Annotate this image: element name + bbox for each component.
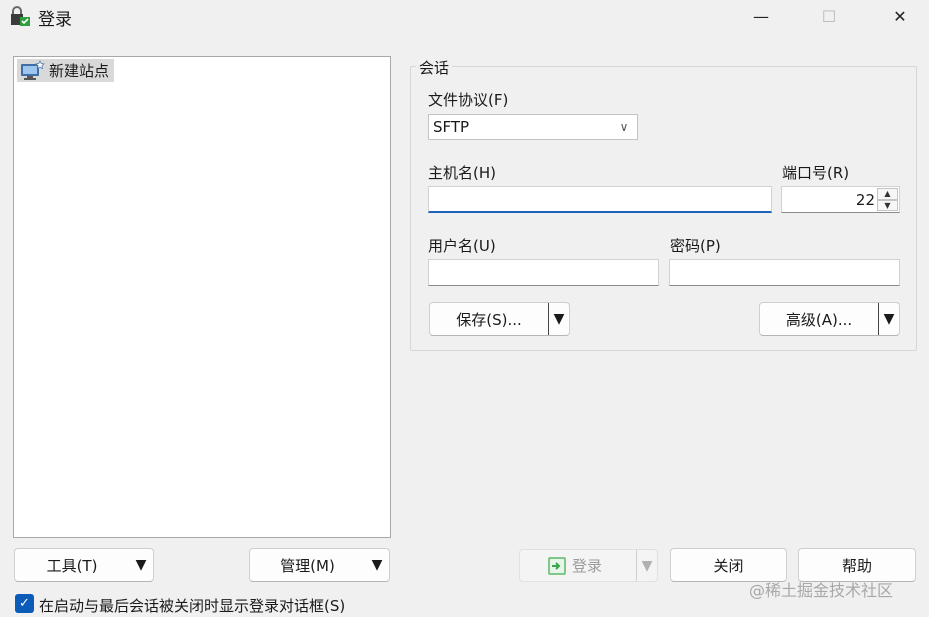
advanced-button-label: 高级(A)... xyxy=(785,310,853,329)
manage-dropdown-icon: ▼ xyxy=(371,557,383,573)
port-value: 22 xyxy=(855,190,875,209)
show-login-checkbox-label[interactable]: 在启动与最后会话被关闭时显示登录对话框(S) xyxy=(39,595,345,616)
minimize-button[interactable]: — xyxy=(738,0,784,32)
maximize-button[interactable]: ☐ xyxy=(806,0,852,32)
session-group-label: 会话 xyxy=(416,57,453,78)
host-input[interactable] xyxy=(428,186,772,213)
tree-item-label: 新建站点 xyxy=(49,62,110,80)
app-lock-icon xyxy=(11,6,30,26)
window-title: 登录 xyxy=(38,10,72,30)
watermark: @稀土掘金技术社区 xyxy=(749,581,894,600)
login-dropdown-icon[interactable]: ▼ xyxy=(636,550,657,581)
save-button[interactable]: 保存(S)... ▼ xyxy=(429,302,570,336)
protocol-label: 文件协议(F) xyxy=(428,91,509,109)
title-bar xyxy=(0,0,929,34)
protocol-select[interactable]: SFTP ∨ xyxy=(428,114,638,140)
tools-button[interactable]: 工具(T) ▼ xyxy=(14,548,154,582)
password-input[interactable] xyxy=(669,259,900,286)
login-icon xyxy=(548,556,566,575)
login-button[interactable]: 登录 ▼ xyxy=(519,549,658,582)
check-icon: ✓ xyxy=(19,596,30,611)
stepper-down-icon[interactable]: ▼ xyxy=(877,199,898,211)
help-button-label: 帮助 xyxy=(841,556,872,575)
manage-button-label: 管理(M) xyxy=(280,556,335,575)
login-button-label: 登录 xyxy=(572,557,603,575)
save-button-label: 保存(S)... xyxy=(456,310,522,329)
tools-dropdown-icon: ▼ xyxy=(135,557,147,573)
site-tree[interactable]: 新建站点 xyxy=(13,56,391,538)
user-label: 用户名(U) xyxy=(428,237,496,255)
tools-button-label: 工具(T) xyxy=(46,556,98,575)
monitor-new-icon xyxy=(21,59,45,80)
port-label: 端口号(R) xyxy=(782,164,850,182)
protocol-value: SFTP xyxy=(433,118,470,136)
password-label: 密码(P) xyxy=(670,237,721,255)
close-button-label: 关闭 xyxy=(713,556,744,575)
port-stepper[interactable]: ▲ ▼ xyxy=(877,188,898,211)
chevron-down-icon: ∨ xyxy=(619,120,629,134)
advanced-dropdown-icon[interactable]: ▼ xyxy=(878,303,899,335)
user-input[interactable] xyxy=(428,259,659,286)
save-dropdown-icon[interactable]: ▼ xyxy=(548,303,569,335)
stepper-up-icon[interactable]: ▲ xyxy=(877,188,898,200)
host-label: 主机名(H) xyxy=(428,164,496,182)
close-window-button[interactable]: ✕ xyxy=(877,0,923,32)
tree-item-new-site[interactable]: 新建站点 xyxy=(17,59,115,82)
advanced-button[interactable]: 高级(A)... ▼ xyxy=(759,302,900,336)
manage-button[interactable]: 管理(M) ▼ xyxy=(249,548,390,582)
show-login-checkbox[interactable]: ✓ xyxy=(15,594,34,613)
